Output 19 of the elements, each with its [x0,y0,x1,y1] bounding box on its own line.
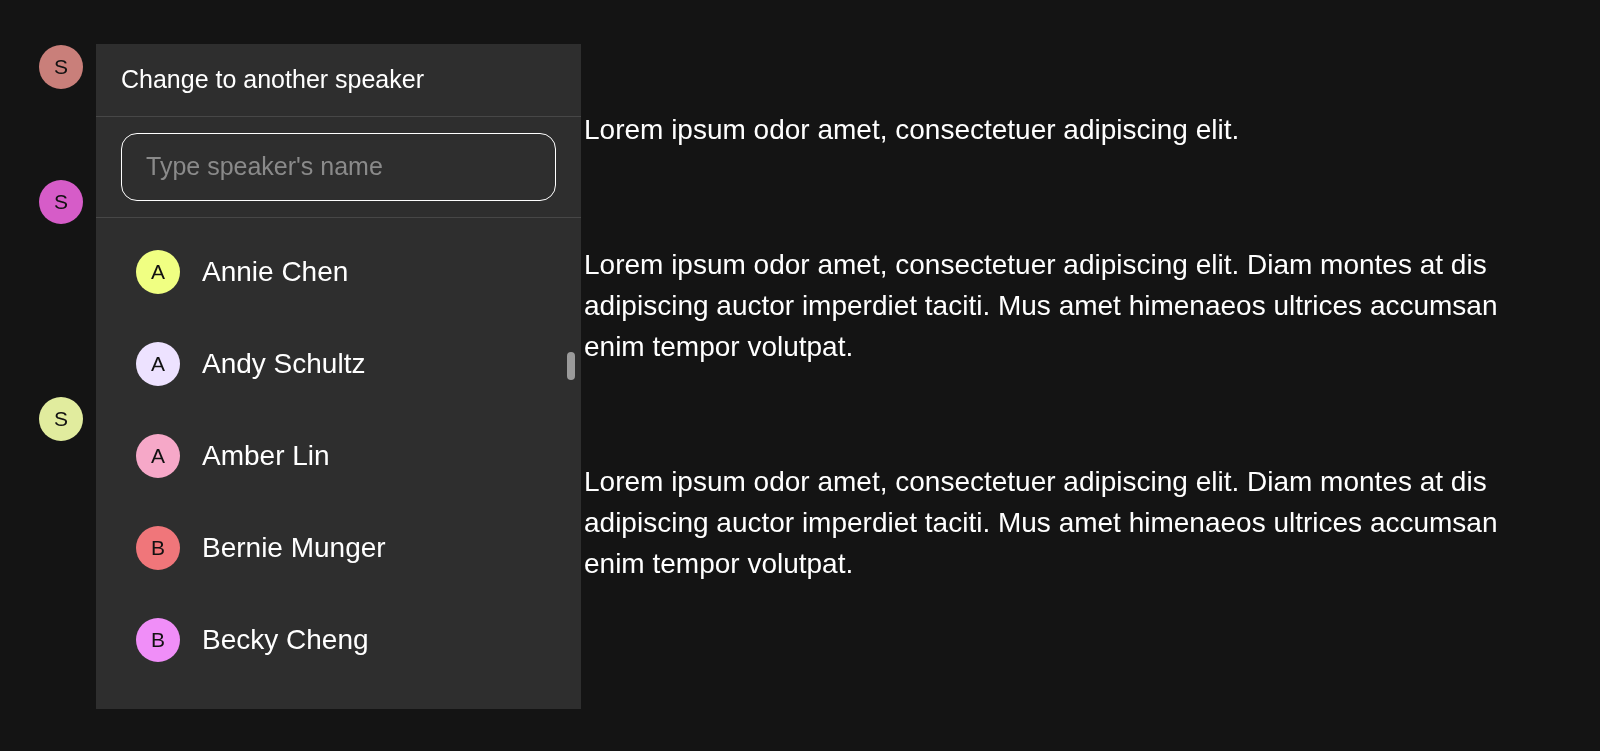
transcript-text: Lorem ipsum odor amet, consectetuer adipiscing elit. Diam montes at dis adipiscing auctor imperdiet taciti. Mus amet himenaeos ultrices accumsan enim tempor volutpat. [584,465,1499,581]
speaker-option[interactable]: A Amber Lin [96,409,581,502]
menu-title: Change to another speaker [96,44,581,117]
scrollbar-thumb[interactable] [567,352,575,380]
speaker-avatar: B [136,525,180,570]
speaker-option[interactable]: A Andy Schultz [96,317,581,410]
speaker-option[interactable]: B Becky Cheng [96,593,581,686]
speaker-avatar[interactable]: S [39,45,83,89]
speaker-avatar[interactable]: S [39,397,83,441]
search-field[interactable]: Type speaker's name [121,132,556,201]
transcript-text: Lorem ipsum odor amet, consectetuer adipiscing elit. [584,113,1241,147]
speaker-option[interactable]: A Annie Chen [96,225,581,318]
speaker-avatar: A [136,341,180,386]
speaker-avatar: A [136,249,180,294]
speaker-avatar: A [136,433,180,478]
speaker-avatar[interactable]: S [39,180,83,224]
speaker-avatar: B [136,617,180,662]
transcript-text: Lorem ipsum odor amet, consectetuer adipiscing elit. Diam montes at dis adipiscing auctor imperdiet taciti. Mus amet himenaeos ultrices accumsan enim tempor volutpat. [584,248,1499,364]
speaker-option[interactable]: B Bernie Munger [96,501,581,594]
